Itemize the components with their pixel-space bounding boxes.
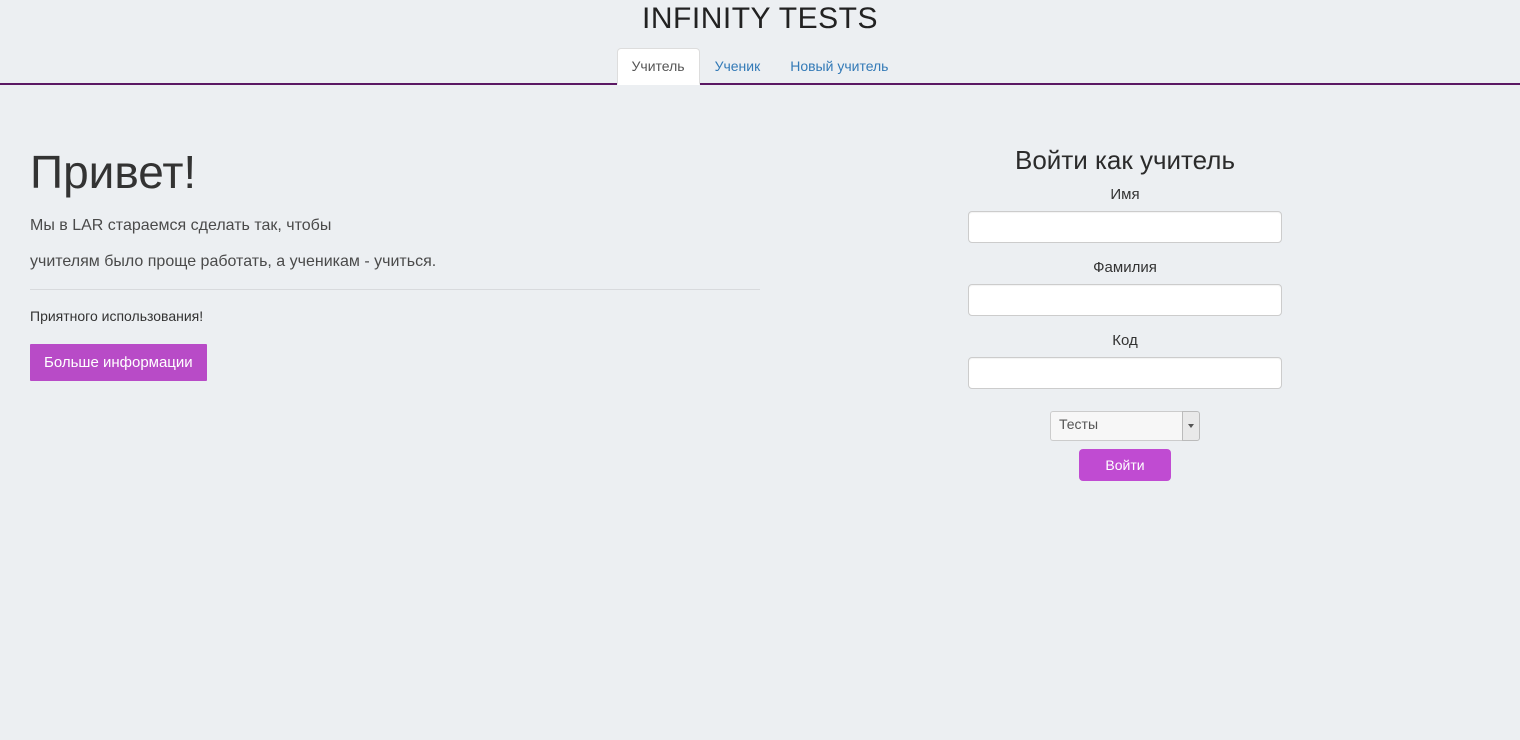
login-button[interactable]: Войти [1079, 449, 1170, 481]
chevron-down-icon [1188, 424, 1194, 428]
login-panel: Войти как учитель Имя Фамилия Код Тесты … [760, 145, 1490, 481]
tab-student[interactable]: Ученик [700, 48, 776, 85]
code-input[interactable] [968, 357, 1282, 389]
welcome-panel: Привет! Мы в LAR стараемся сделать так, … [30, 145, 760, 481]
login-title: Войти как учитель [1015, 145, 1235, 176]
name-input[interactable] [968, 211, 1282, 243]
divider [30, 289, 760, 290]
name-label: Имя [968, 186, 1282, 203]
tab-teacher[interactable]: Учитель [617, 48, 700, 85]
tab-new-teacher[interactable]: Новый учитель [775, 48, 903, 85]
mode-select-wrap: Тесты [1050, 411, 1200, 441]
mode-select-toggle[interactable] [1182, 411, 1200, 441]
surname-label: Фамилия [968, 259, 1282, 276]
mode-select[interactable]: Тесты [1050, 411, 1182, 441]
intro-line-1: Мы в LAR стараемся сделать так, чтобы [30, 217, 760, 235]
intro-line-2: учителям было проще работать, а ученикам… [30, 253, 760, 271]
code-label: Код [968, 332, 1282, 349]
surname-input[interactable] [968, 284, 1282, 316]
farewell-text: Приятного использования! [30, 308, 760, 324]
site-title: INFINITY TESTS [0, 2, 1520, 36]
tabs-bar: Учитель Ученик Новый учитель [0, 48, 1520, 85]
greeting-heading: Привет! [30, 145, 760, 199]
more-info-button[interactable]: Больше информации [30, 344, 207, 381]
